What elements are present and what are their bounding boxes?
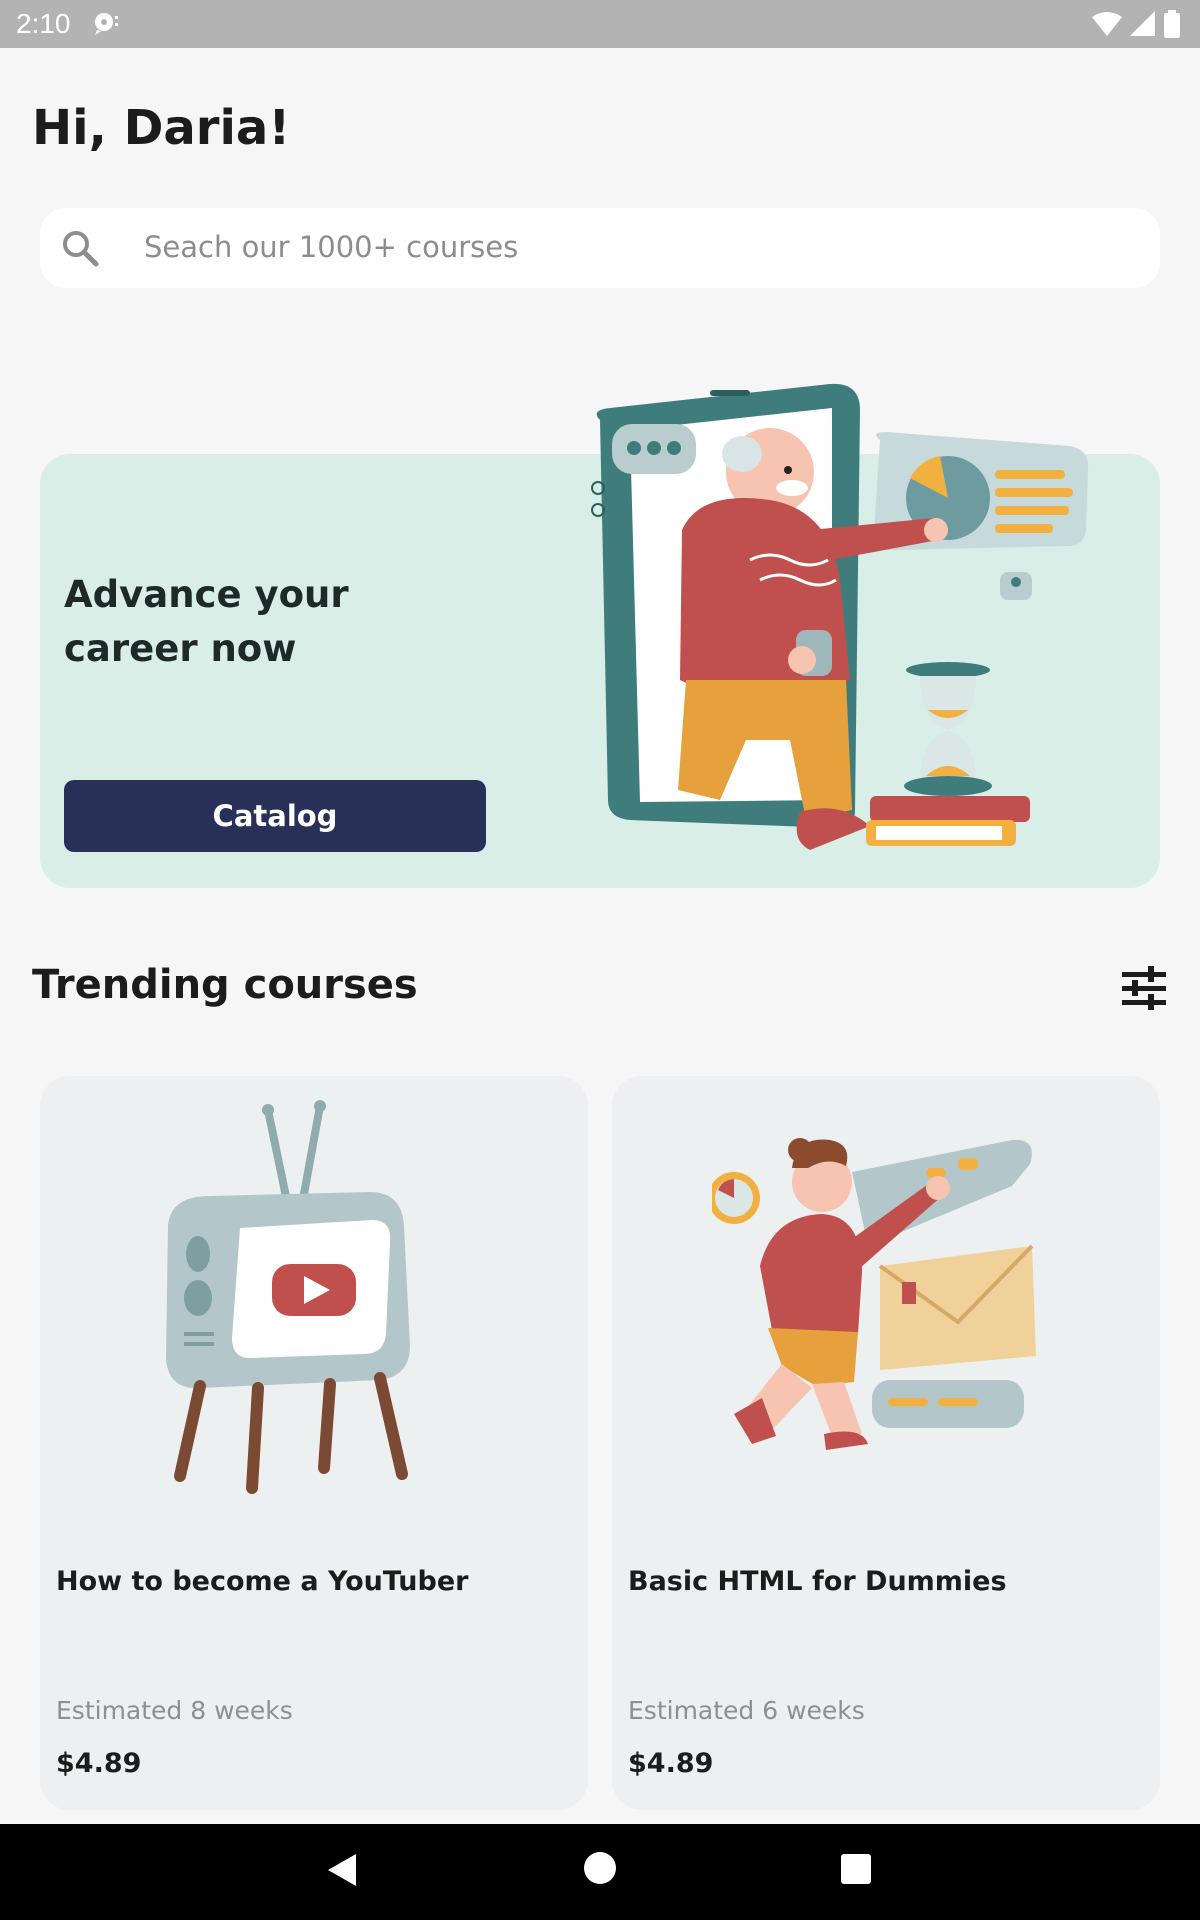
course-price: $4.89: [56, 1748, 142, 1779]
course-title: Basic HTML for Dummies: [628, 1566, 1007, 1597]
course-title: How to become a YouTuber: [56, 1566, 469, 1597]
course-price: $4.89: [628, 1748, 714, 1779]
system-nav-bar: [0, 1824, 1200, 1920]
person-with-envelope-icon: [708, 1096, 1052, 1500]
course-duration: Estimated 8 weeks: [56, 1696, 293, 1725]
retro-tv-icon: [140, 1096, 480, 1500]
back-icon[interactable]: [326, 1852, 358, 1892]
signal-icon: [1130, 11, 1156, 41]
search-icon: [60, 228, 100, 272]
teacher-illustration: [570, 380, 1110, 864]
course-duration: Estimated 6 weeks: [628, 1696, 865, 1725]
notification-icon: [92, 10, 122, 40]
status-time: 2:10: [16, 8, 71, 39]
section-title: Trending courses: [32, 962, 418, 1008]
course-card[interactable]: How to become a YouTuber Estimated 8 wee…: [40, 1076, 588, 1810]
search-input[interactable]: Seach our 1000+ courses: [40, 208, 1160, 288]
home-icon[interactable]: [584, 1852, 616, 1884]
status-bar: 2:10: [0, 0, 1200, 48]
recents-icon[interactable]: [841, 1854, 871, 1884]
greeting-title: Hi, Daria!: [32, 100, 291, 156]
catalog-button[interactable]: Catalog: [64, 780, 486, 852]
tune-icon[interactable]: [1118, 964, 1170, 1016]
status-icons: [1092, 10, 1180, 42]
search-placeholder: Seach our 1000+ courses: [144, 230, 519, 264]
course-card[interactable]: Basic HTML for Dummies Estimated 6 weeks…: [612, 1076, 1160, 1810]
battery-icon: [1164, 10, 1180, 42]
wifi-icon: [1092, 11, 1122, 41]
banner-title: Advance your career now: [64, 573, 349, 670]
